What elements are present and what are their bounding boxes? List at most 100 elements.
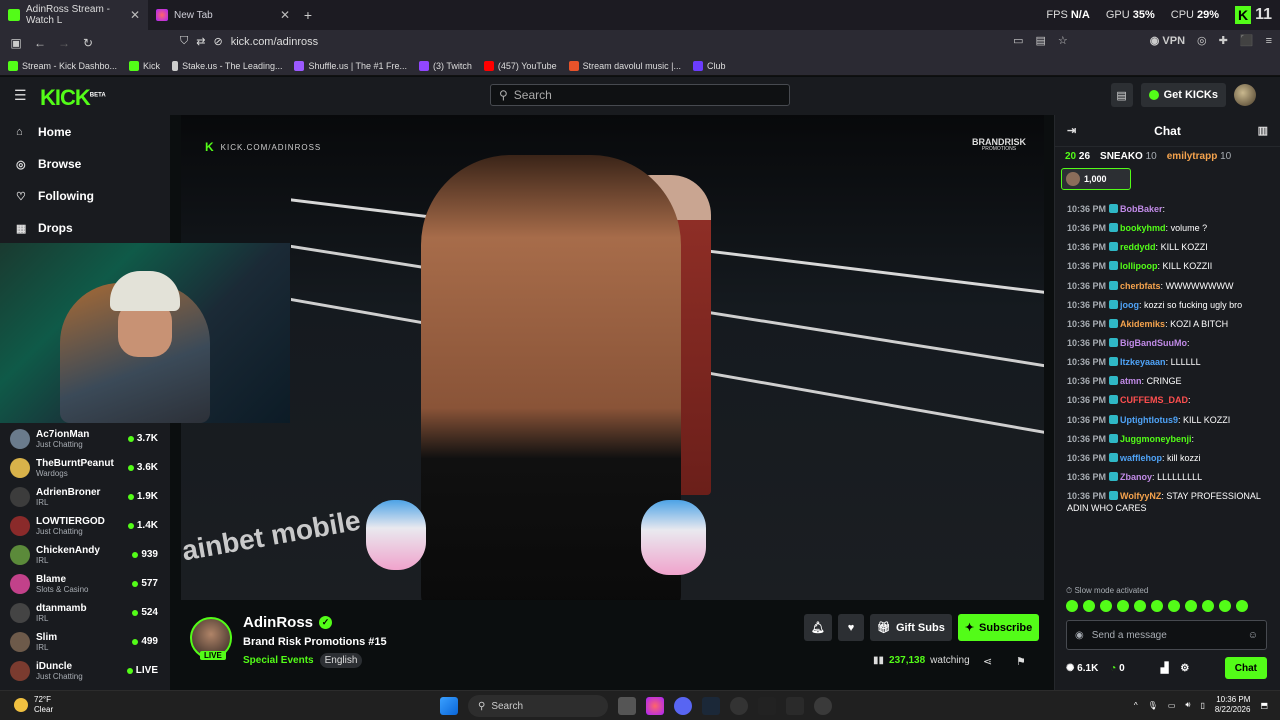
network-icon[interactable]: ▭ [1168, 701, 1176, 710]
message-username[interactable]: CUFFEMS_DAD [1120, 395, 1188, 405]
obs-icon[interactable] [730, 697, 748, 715]
pinned-gift[interactable]: 1,000 [1061, 168, 1131, 190]
close-tab-icon[interactable]: ✕ [130, 8, 140, 22]
channel-item[interactable]: iDuncle Just Chatting LIVE [0, 656, 170, 685]
hamburger-menu-icon[interactable]: ☰ [14, 87, 27, 104]
bookmark-shuffle[interactable]: Shuffle.us | The #1 Fre... [294, 60, 407, 71]
sidebar-item-browse[interactable]: ◎ Browse [0, 148, 170, 180]
bookmark-club[interactable]: Club [692, 60, 725, 71]
chat-settings-icon[interactable]: ◉ [1075, 630, 1084, 641]
gift-subs-button[interactable]: 🎁︎ Gift Subs [869, 614, 952, 641]
menu-icon[interactable]: ≡ [1266, 35, 1272, 47]
message-username[interactable]: BobBaker [1120, 204, 1163, 214]
volume-icon[interactable]: 🔊︎ [1185, 700, 1190, 710]
message-username[interactable]: reddydd [1120, 242, 1156, 252]
clock[interactable]: 10:36 PM 8/22/2026 [1215, 695, 1251, 715]
channel-item[interactable]: Slim IRL 499 [0, 627, 170, 656]
gifter-item[interactable]: SNEAKO 10 [1100, 151, 1157, 162]
settings-gear-icon[interactable]: ⚙ [1180, 663, 1189, 674]
battery-icon[interactable]: ▯ [1200, 701, 1204, 710]
discord-icon[interactable] [674, 697, 692, 715]
emote-icon[interactable] [1134, 600, 1146, 612]
mic-icon[interactable]: 🎙︎ [1148, 701, 1158, 710]
sidebar-item-drops[interactable]: ▦ Drops [0, 212, 170, 244]
channel-points-icon[interactable]: ▟ [1161, 663, 1169, 674]
emote-icon[interactable] [1185, 600, 1197, 612]
emote-icon[interactable] [1066, 600, 1078, 612]
windows-start-icon[interactable] [440, 697, 458, 715]
emote-icon[interactable] [1219, 600, 1231, 612]
extensions-icon[interactable]: ✚ [1219, 34, 1228, 47]
screenshot-icon[interactable]: ▭ [1013, 34, 1023, 47]
settings-icon[interactable] [814, 697, 832, 715]
bookmark-youtube[interactable]: (457) YouTube [483, 60, 557, 71]
weather-widget[interactable]: 72°F Clear [14, 695, 53, 714]
tab-adinross[interactable]: AdinRoss Stream - Watch L ✕ [0, 0, 148, 30]
gifter-item[interactable]: emilytrapp 10 [1167, 151, 1231, 162]
emote-icon[interactable] [1168, 600, 1180, 612]
emote-icon[interactable] [1117, 600, 1129, 612]
sidebar-item-home[interactable]: ⌂ Home [0, 116, 170, 148]
clip-icon[interactable]: ⚑ [1016, 655, 1026, 668]
message-username[interactable]: atmn [1120, 376, 1142, 386]
message-username[interactable]: BigBandSuuMo [1120, 338, 1187, 348]
channel-item[interactable]: TheBurntPeanut Wardogs 3.6K [0, 453, 170, 482]
emote-icon[interactable] [1100, 600, 1112, 612]
message-username[interactable]: lollipoop [1120, 261, 1158, 271]
chevron-up-icon[interactable]: ^ [1134, 701, 1138, 710]
app-icon[interactable] [786, 697, 804, 715]
taskbar-search[interactable]: ⚲ Search [468, 695, 608, 717]
channel-item[interactable]: dtanmamb IRL 524 [0, 598, 170, 627]
bookmark-kick[interactable]: Kick [129, 60, 160, 71]
tag-english[interactable]: English [319, 653, 363, 668]
message-username[interactable]: joog [1120, 300, 1139, 310]
bookmark-twitch[interactable]: (3) Twitch [419, 60, 472, 71]
channel-item[interactable]: Blame Slots & Casino 577 [0, 569, 170, 598]
back-icon[interactable]: ← [28, 36, 52, 50]
channel-item[interactable]: ChickenAndy IRL 939 [0, 540, 170, 569]
emoji-icon[interactable]: ☺ [1248, 630, 1258, 641]
collapse-chat-icon[interactable]: ⇥ [1067, 124, 1076, 137]
channel-item[interactable]: AdrienBroner IRL 1.9K [0, 482, 170, 511]
user-avatar[interactable] [1234, 84, 1256, 106]
bookmark-star-icon[interactable]: ☆ [1058, 34, 1068, 47]
firefox-icon[interactable] [646, 697, 664, 715]
notification-bell-button[interactable]: 🔔︎ [804, 614, 832, 641]
epic-games-icon[interactable] [758, 697, 776, 715]
addon-icon[interactable]: ⬛ [1240, 34, 1254, 47]
gifter-item[interactable]: 20 26 [1065, 151, 1090, 162]
kick-logo[interactable]: KICKBETA [40, 85, 106, 111]
chat-send-button[interactable]: Chat [1224, 657, 1267, 679]
emote-icon[interactable] [1202, 600, 1214, 612]
message-username[interactable]: WolfyyNZ [1120, 491, 1161, 501]
bookmark-kick-dashboard[interactable]: Stream - Kick Dashbo... [8, 60, 117, 71]
share-icon[interactable]: ⋖ [983, 655, 992, 668]
emote-icon[interactable] [1083, 600, 1095, 612]
steam-icon[interactable] [702, 697, 720, 715]
account-icon[interactable]: ◎ [1197, 34, 1207, 47]
bookmark-stake[interactable]: Stake.us - The Leading... [172, 60, 282, 71]
chat-message-input[interactable]: ◉ Send a message ☺ [1066, 620, 1267, 650]
vpn-button[interactable]: ◉ VPN [1150, 34, 1185, 47]
gift-leaderboard-icon[interactable]: ▥ [1258, 124, 1268, 137]
emote-icon[interactable] [1151, 600, 1163, 612]
bookmark-stream-music[interactable]: Stream davolul music |... [568, 60, 681, 71]
task-view-icon[interactable] [618, 697, 636, 715]
reader-icon[interactable]: ▤ [1035, 34, 1045, 47]
close-tab-icon[interactable]: ✕ [280, 8, 290, 22]
tab-new-tab[interactable]: New Tab ✕ [148, 0, 298, 30]
follow-heart-button[interactable]: ♥ [837, 614, 864, 641]
sidebar-toggle-icon[interactable]: ▣ [4, 36, 28, 50]
channel-item[interactable]: Ac7ionMan Just Chatting 3.7K [0, 424, 170, 453]
message-username[interactable]: Itzkeyaaan [1120, 357, 1166, 367]
kicks-balance[interactable]: ✺ 6.1K [1066, 663, 1098, 674]
streamer-name[interactable]: AdinRoss ✓ [243, 614, 333, 631]
message-username[interactable]: Zbanoy [1120, 472, 1152, 482]
message-username[interactable]: Uptightlotus9 [1120, 415, 1178, 425]
sidebar-item-following[interactable]: ♡ Following [0, 180, 170, 212]
category-link[interactable]: Special Events [243, 655, 314, 666]
message-username[interactable]: bookyhmd [1120, 223, 1166, 233]
message-username[interactable]: Juggmoneybenji [1120, 434, 1192, 444]
emote-icon[interactable] [1236, 600, 1248, 612]
forward-icon[interactable]: → [52, 36, 76, 50]
